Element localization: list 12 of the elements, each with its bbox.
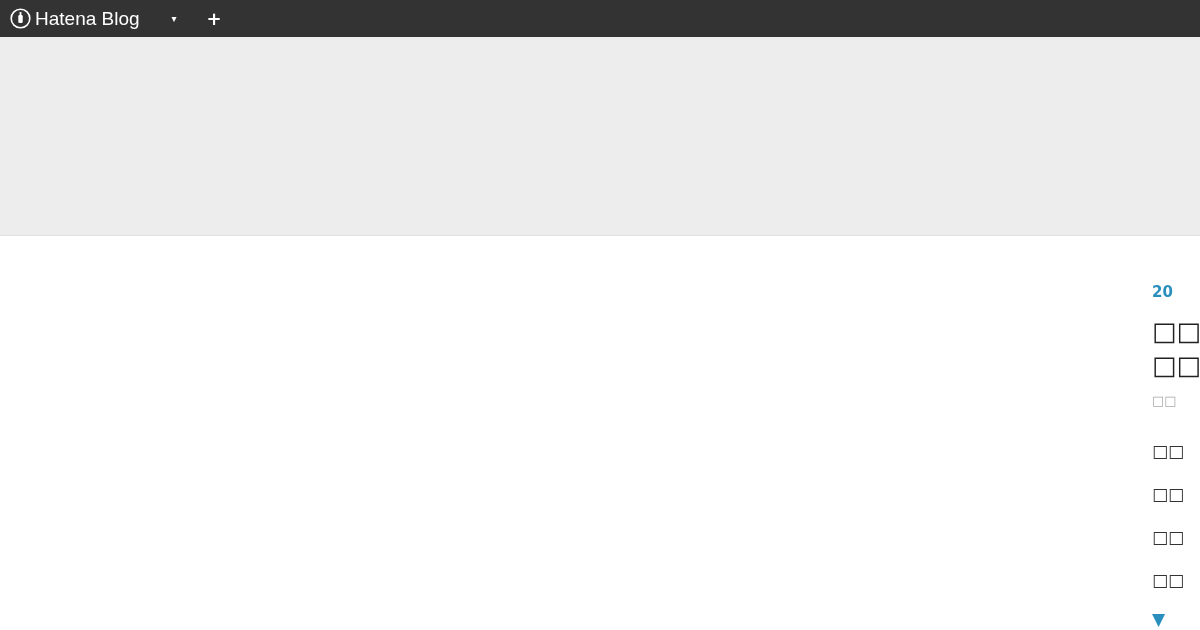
entry-paragraph: □□: [1152, 440, 1186, 462]
menu-dropdown[interactable]: ▾: [171, 13, 177, 24]
entry-meta: □□: [1152, 392, 1178, 410]
read-more-link[interactable]: ▼: [1152, 609, 1200, 629]
entry-date[interactable]: 20: [1152, 282, 1200, 302]
logo-icon: [10, 8, 31, 29]
add-button[interactable]: +: [206, 9, 222, 28]
entry-title: □□ □□: [1152, 315, 1200, 382]
entry-paragraph: □□: [1152, 569, 1186, 591]
entry-paragraph: □□: [1152, 483, 1186, 505]
entry-paragraph: □□: [1152, 526, 1186, 548]
logo-link[interactable]: Hatena Blog: [35, 9, 140, 28]
